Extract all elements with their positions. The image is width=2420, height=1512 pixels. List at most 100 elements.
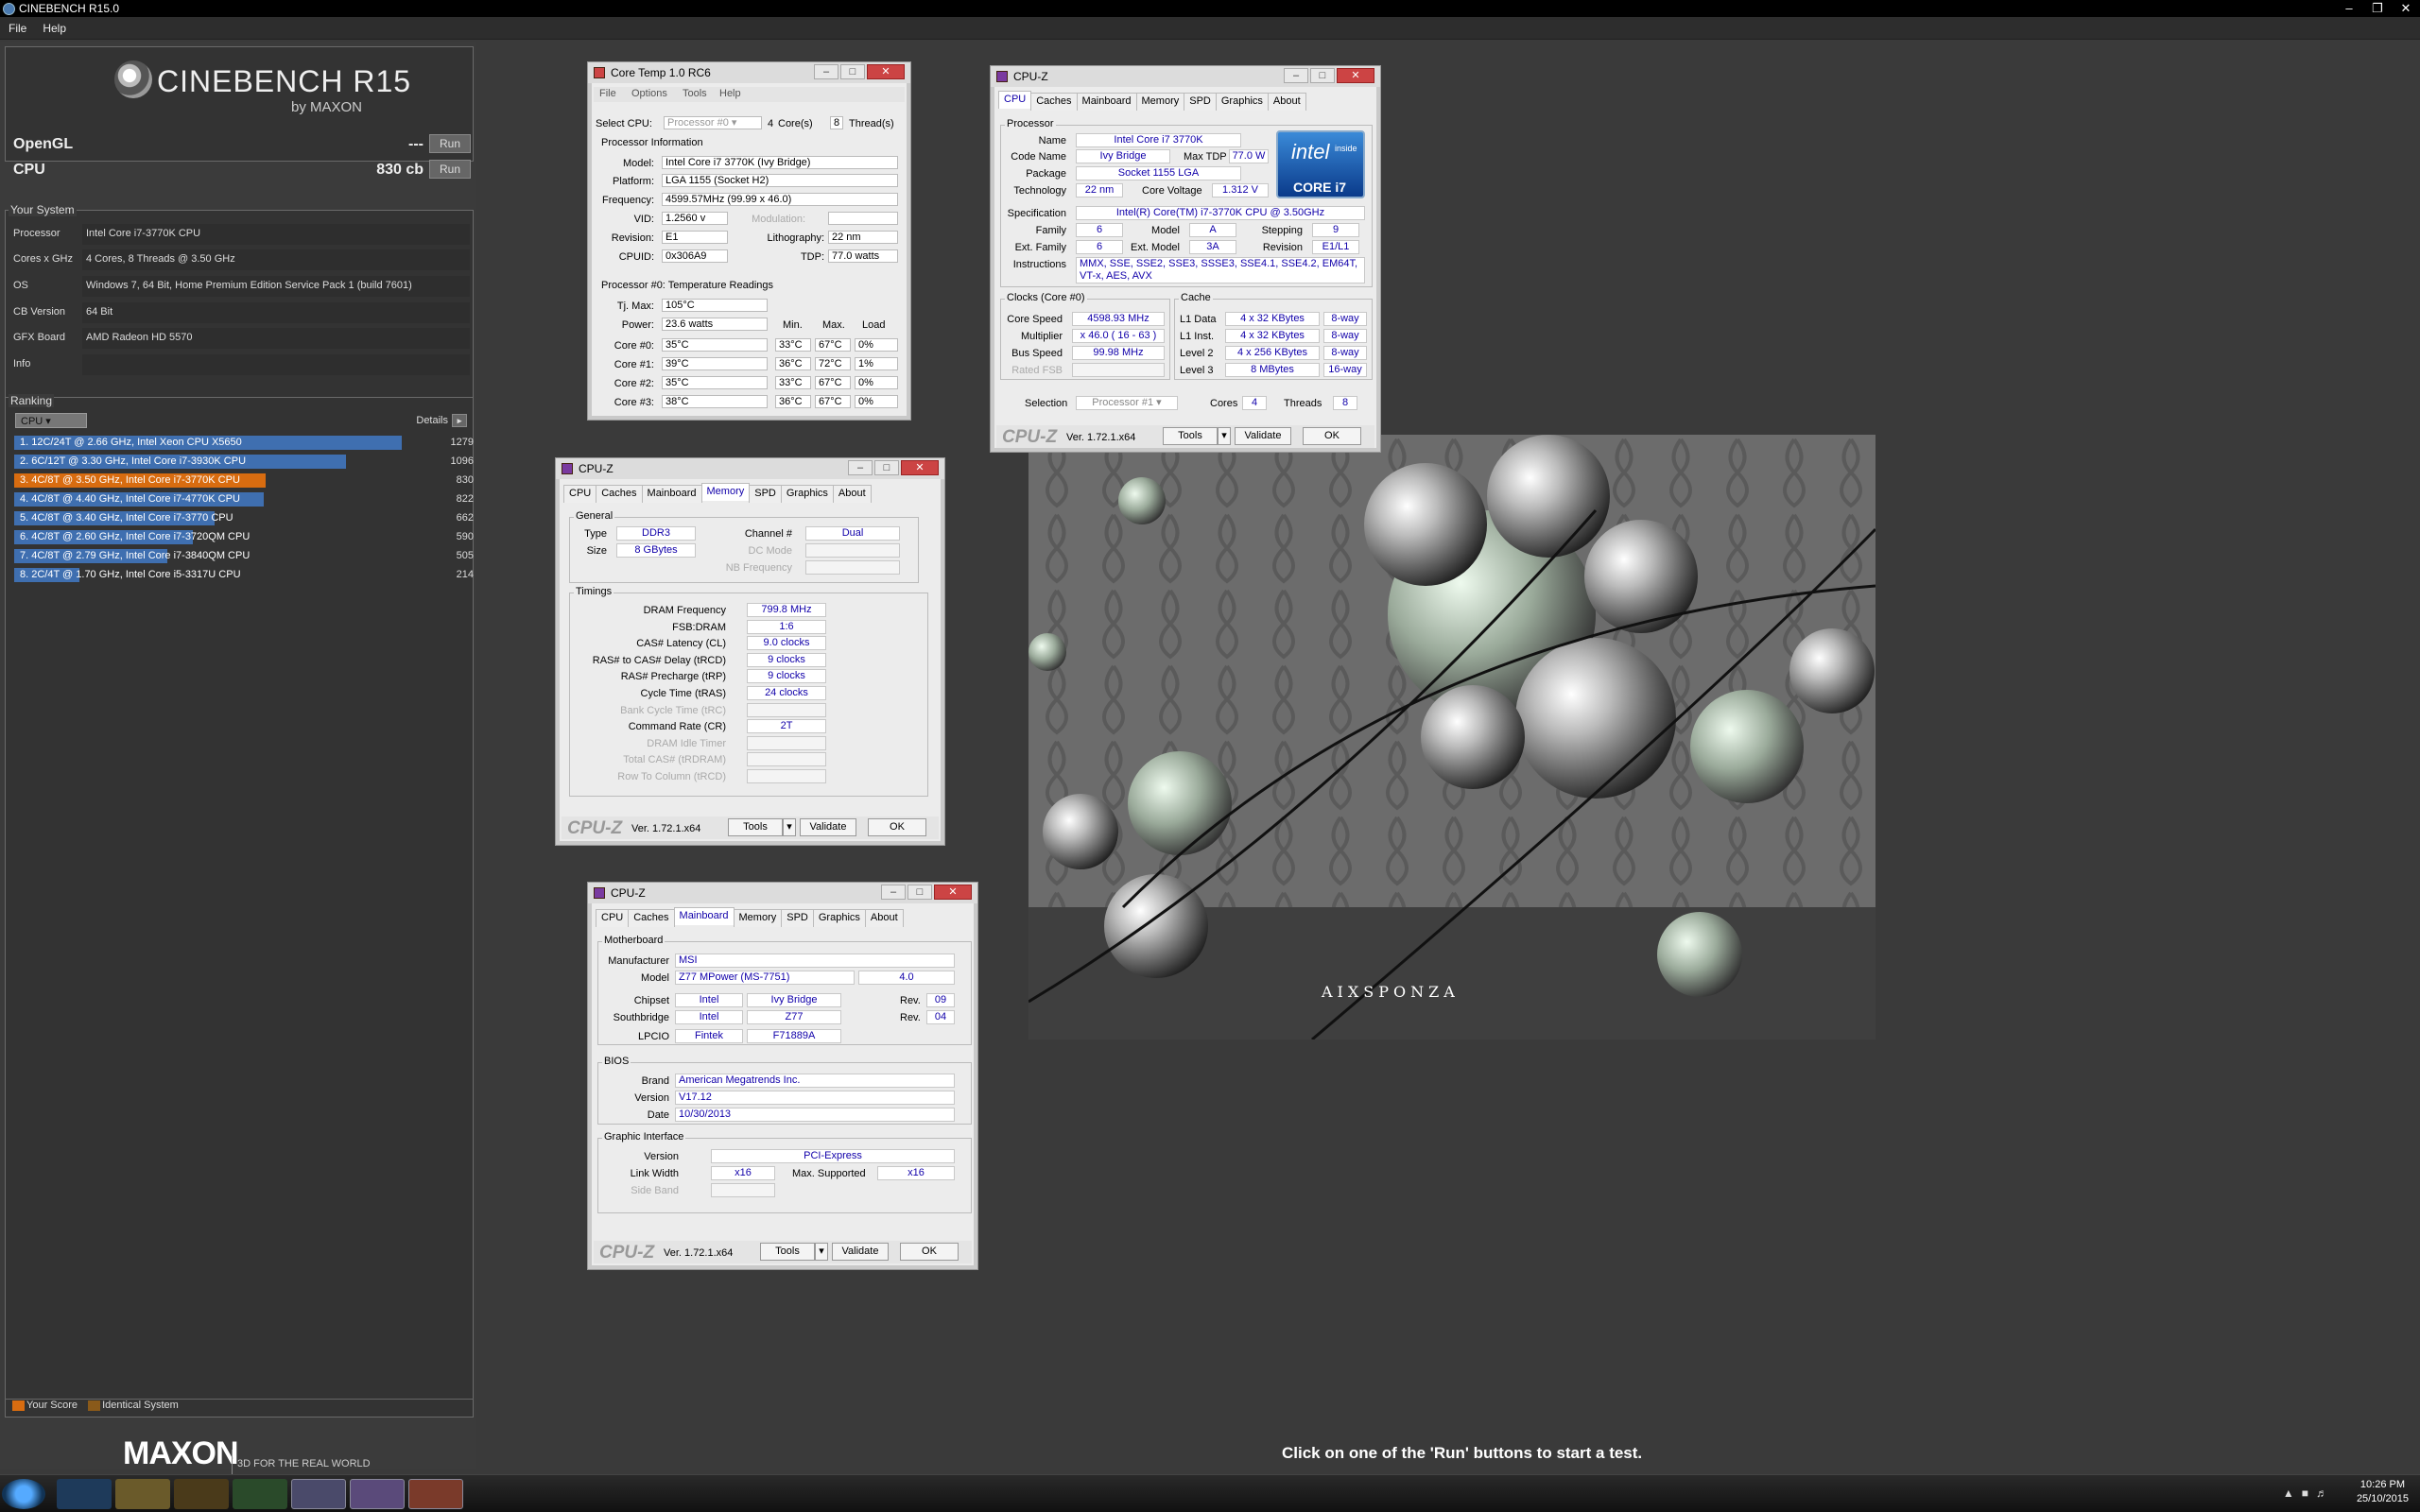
tab-caches[interactable]: Caches xyxy=(628,909,675,927)
validate-button[interactable]: Validate xyxy=(1235,427,1291,445)
internet-explorer-icon[interactable] xyxy=(57,1479,112,1509)
ok-button[interactable]: OK xyxy=(868,818,926,836)
selection-dropdown[interactable]: Processor #1 ▾ xyxy=(1076,396,1178,410)
ratedfsb-value xyxy=(1072,363,1165,377)
media-player-icon[interactable] xyxy=(174,1479,229,1509)
minimize-button[interactable]: – xyxy=(848,460,873,475)
channel-value: Dual xyxy=(805,526,900,541)
core-temp: 39°C xyxy=(662,357,768,370)
spec-label: Specification xyxy=(1007,208,1066,219)
maximize-button[interactable]: □ xyxy=(874,460,899,475)
tab-caches[interactable]: Caches xyxy=(1030,93,1078,111)
chipset-model-value: Ivy Bridge xyxy=(747,993,841,1007)
tab-mainboard[interactable]: Mainboard xyxy=(673,907,735,925)
ranking-score: 1096 xyxy=(450,455,474,467)
menu-options[interactable]: Options xyxy=(631,88,667,99)
tab-caches[interactable]: Caches xyxy=(596,485,643,503)
name-value: Intel Core i7 3770K xyxy=(1076,133,1241,147)
menu-file[interactable]: File xyxy=(599,88,616,99)
tools-button[interactable]: Tools xyxy=(1163,427,1218,445)
system-tray[interactable]: ▲■♬ xyxy=(2283,1486,2335,1500)
cinebench-logo-icon xyxy=(114,60,152,98)
core-min: 36°C xyxy=(775,395,811,408)
freq-value: 4599.57MHz (99.99 x 46.0) xyxy=(662,193,898,206)
tab-spd[interactable]: SPD xyxy=(1184,93,1217,111)
close-button[interactable]: ✕ xyxy=(934,885,972,900)
cpuz-icon xyxy=(594,887,605,899)
close-button[interactable]: ✕ xyxy=(1337,68,1374,83)
tab-cpu[interactable]: CPU xyxy=(998,91,1032,109)
legend: Your Score Identical System xyxy=(5,1399,474,1416)
cinebench-task-icon[interactable] xyxy=(291,1479,346,1509)
tab-mainboard[interactable]: Mainboard xyxy=(641,485,702,503)
tab-about[interactable]: About xyxy=(1267,93,1306,111)
menu-help[interactable]: Help xyxy=(719,88,741,99)
tab-about[interactable]: About xyxy=(832,485,872,503)
coretemp-task-icon[interactable] xyxy=(408,1479,463,1509)
brand-name: CINEBENCH R15 xyxy=(157,64,412,98)
maximize-button[interactable]: □ xyxy=(908,885,932,900)
model-value: A xyxy=(1189,223,1236,237)
tab-memory[interactable]: Memory xyxy=(733,909,783,927)
tools-dropdown-button[interactable]: ▾ xyxy=(1218,427,1231,445)
close-button[interactable]: ✕ xyxy=(2392,0,2420,17)
ranking-label: 4. 4C/8T @ 4.40 GHz, Intel Core i7-4770K… xyxy=(20,493,240,505)
restore-button[interactable]: ❐ xyxy=(2363,0,2392,17)
validate-button[interactable]: Validate xyxy=(832,1243,889,1261)
tab-cpu[interactable]: CPU xyxy=(596,909,630,927)
tab-spd[interactable]: SPD xyxy=(781,909,814,927)
maximize-button[interactable]: □ xyxy=(1310,68,1335,83)
clock[interactable]: 10:26 PM 25/10/2015 xyxy=(2357,1478,2409,1506)
ok-button[interactable]: OK xyxy=(1303,427,1361,445)
tools-dropdown-button[interactable]: ▾ xyxy=(783,818,796,836)
tab-about[interactable]: About xyxy=(864,909,904,927)
minimize-button[interactable]: – xyxy=(881,885,906,900)
group-title: Processor xyxy=(1005,118,1056,129)
minimize-button[interactable]: – xyxy=(814,64,838,79)
coretemp-icon xyxy=(594,67,605,78)
version-text: Ver. 1.72.1.x64 xyxy=(1066,432,1136,443)
menu-tools[interactable]: Tools xyxy=(683,88,707,99)
cpu-select[interactable]: Processor #0 ▾ xyxy=(664,116,762,129)
chrome-icon[interactable] xyxy=(233,1479,287,1509)
tools-button[interactable]: Tools xyxy=(728,818,783,836)
maximize-button[interactable]: □ xyxy=(840,64,865,79)
ranking-select[interactable]: CPU ▾ xyxy=(15,413,87,428)
sys-value: 4 Cores, 8 Threads @ 3.50 GHz xyxy=(82,249,470,270)
clock-time: 10:26 PM xyxy=(2360,1479,2406,1490)
menu-help[interactable]: Help xyxy=(43,22,66,35)
run-cpu-button[interactable]: Run xyxy=(429,160,471,179)
tools-dropdown-button[interactable]: ▾ xyxy=(815,1243,828,1261)
tab-graphics[interactable]: Graphics xyxy=(812,909,866,927)
tab-spd[interactable]: SPD xyxy=(749,485,782,503)
bench-value: --- xyxy=(408,136,424,152)
ok-button[interactable]: OK xyxy=(900,1243,959,1261)
tab-cpu[interactable]: CPU xyxy=(563,485,597,503)
corespeed-value: 4598.93 MHz xyxy=(1072,312,1165,326)
tab-graphics[interactable]: Graphics xyxy=(1215,93,1269,111)
start-orb-icon[interactable] xyxy=(2,1479,45,1509)
tab-mainboard[interactable]: Mainboard xyxy=(1076,93,1137,111)
window-titlebar: CPU-Z – □ ✕ xyxy=(588,883,977,903)
tab-graphics[interactable]: Graphics xyxy=(780,485,834,503)
minimize-button[interactable]: – xyxy=(1284,68,1308,83)
minimize-button[interactable]: – xyxy=(2335,0,2363,17)
info-field[interactable] xyxy=(82,354,470,375)
core-temp: 35°C xyxy=(662,338,768,352)
file-explorer-icon[interactable] xyxy=(115,1479,170,1509)
details-button[interactable]: Details ▸ xyxy=(416,414,467,427)
brand-by: by MAXON xyxy=(291,99,363,115)
menu-file[interactable]: File xyxy=(9,22,26,35)
timing-value: 9 clocks xyxy=(747,669,826,684)
validate-button[interactable]: Validate xyxy=(800,818,856,836)
tools-button[interactable]: Tools xyxy=(760,1243,815,1261)
cpuz-task-icon[interactable] xyxy=(350,1479,405,1509)
run-opengl-button[interactable]: Run xyxy=(429,134,471,153)
close-button[interactable]: ✕ xyxy=(901,460,939,475)
busspeed-label: Bus Speed xyxy=(1011,348,1063,359)
manufacturer-value: MSI xyxy=(675,954,955,968)
linkwidth-value: x16 xyxy=(711,1166,775,1180)
close-button[interactable]: ✕ xyxy=(867,64,905,79)
tab-memory[interactable]: Memory xyxy=(700,483,751,501)
tab-memory[interactable]: Memory xyxy=(1135,93,1185,111)
